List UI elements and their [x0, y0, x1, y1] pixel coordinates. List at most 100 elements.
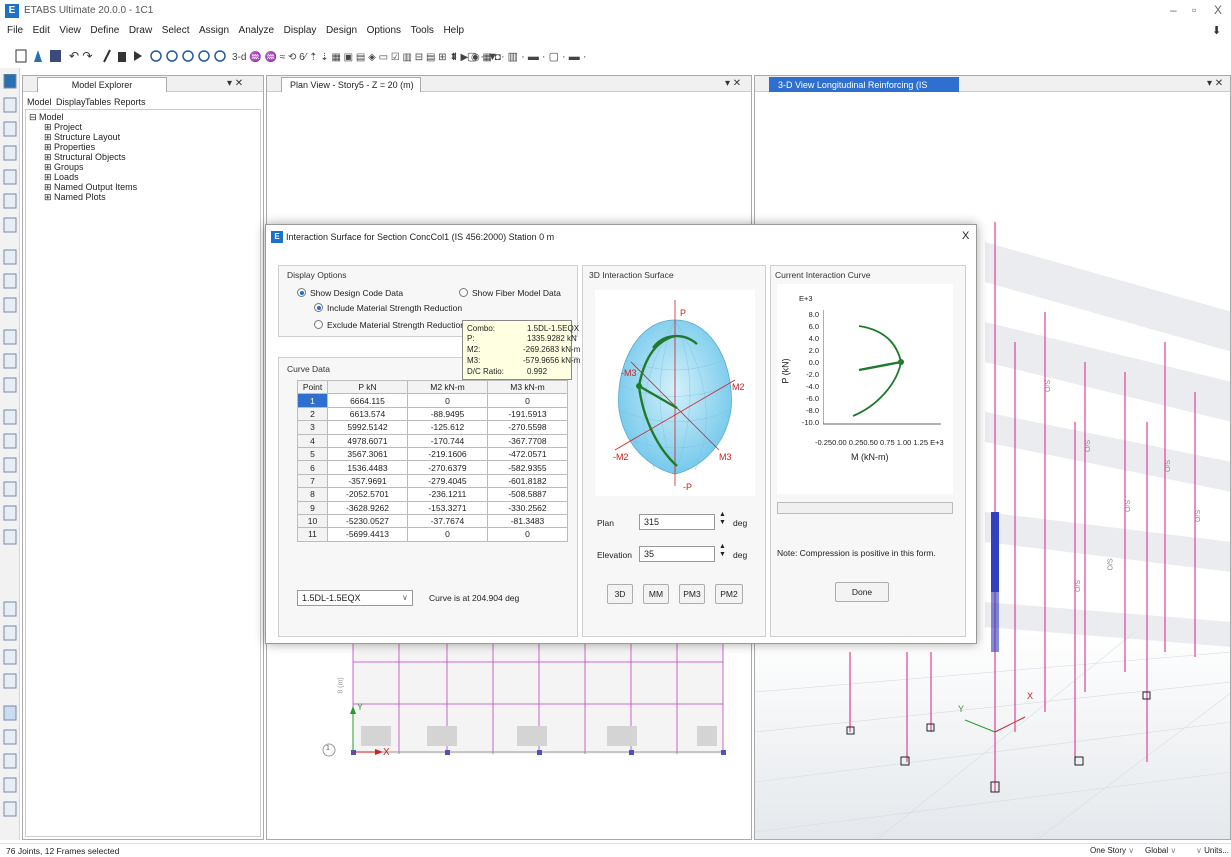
- combo-select-value: 1.5DL-1.5EQX: [302, 593, 361, 603]
- units-button[interactable]: ∨ Units...: [1196, 846, 1229, 855]
- col-header-p: P kN: [327, 379, 408, 395]
- tree-root-model[interactable]: ⊟ Model: [29, 112, 64, 122]
- 3d-view-tab[interactable]: 3-D View Longitudinal Reinforcing (IS 45…: [769, 77, 959, 104]
- table-row[interactable]: 9 -3628.9262 -153.3271 -330.2562: [297, 500, 568, 515]
- table-cell: 6613.574: [327, 406, 408, 422]
- menu-help[interactable]: Help: [443, 22, 464, 40]
- table-row[interactable]: 4 4978.6071 -170.744 -367.7708: [297, 433, 568, 448]
- menu-options[interactable]: Options: [367, 22, 401, 40]
- table-row[interactable]: 3 5992.5142 -125.612 -270.5598: [297, 420, 568, 435]
- plan-view-tab[interactable]: Plan View - Story5 - Z = 20 (m): [281, 77, 421, 92]
- units-label: Units...: [1204, 846, 1229, 855]
- tree-item-groups[interactable]: ⊞ Groups: [44, 162, 84, 172]
- 3d-view-close-icon[interactable]: ▾ ✕: [1207, 78, 1223, 89]
- tree-item-project[interactable]: ⊞ Project: [44, 122, 82, 132]
- menu-bar: File Edit View Define Draw Select Assign…: [0, 22, 1231, 40]
- left-tool-strip: [0, 68, 20, 840]
- table-row[interactable]: 5 3567.3061 -219.1606 -472.0571: [297, 446, 568, 462]
- tab-tables[interactable]: Tables: [85, 97, 111, 107]
- tooltip-label-m2: M2:: [467, 345, 481, 354]
- selection-status: 76 Joints, 12 Frames selected: [6, 846, 120, 856]
- tab-display[interactable]: Display: [56, 97, 86, 107]
- tree-item-properties[interactable]: ⊞ Properties: [44, 142, 95, 152]
- menu-file[interactable]: File: [7, 22, 23, 40]
- draw-tool-icons[interactable]: [3, 74, 17, 834]
- menu-design[interactable]: Design: [326, 22, 357, 40]
- tree-item-loads[interactable]: ⊞ Loads: [44, 172, 79, 182]
- explorer-title-tab[interactable]: Model Explorer: [37, 77, 167, 92]
- menu-define[interactable]: Define: [90, 22, 119, 40]
- download-icon[interactable]: ⬇: [1212, 24, 1221, 37]
- table-cell: 9: [297, 500, 328, 515]
- minimize-button[interactable]: –: [1170, 3, 1177, 17]
- surface-m3-label: M3: [719, 452, 732, 462]
- menu-display[interactable]: Display: [284, 22, 317, 40]
- menu-view[interactable]: View: [59, 22, 81, 40]
- y-tick: 8.0: [808, 310, 819, 319]
- table-row[interactable]: 1 6664.115 0 0: [297, 393, 568, 408]
- plan-axis-x-label: X: [383, 747, 390, 758]
- tree-root-label: Model: [39, 112, 64, 122]
- table-cell: -582.9355: [487, 460, 568, 475]
- tab-reports[interactable]: Reports: [114, 97, 146, 107]
- tree-item-named-output-items[interactable]: ⊞ Named Output Items: [44, 182, 137, 192]
- elevation-spinner[interactable]: ▲ ▼: [719, 543, 726, 559]
- table-row[interactable]: 11 -5699.4413 0 0: [297, 527, 568, 542]
- close-window-button[interactable]: X: [1214, 3, 1222, 17]
- plan-dimension-label: 8 (m): [337, 677, 345, 694]
- table-cell: -601.8182: [487, 473, 568, 489]
- view-3d-button[interactable]: 3D: [607, 584, 633, 604]
- story-select[interactable]: One Story ∨: [1090, 846, 1134, 855]
- done-button[interactable]: Done: [835, 582, 889, 602]
- menu-tools[interactable]: Tools: [411, 22, 434, 40]
- show-fiber-radio[interactable]: [459, 288, 468, 297]
- table-cell: -5230.0527: [327, 513, 408, 529]
- window-title: ETABS Ultimate 20.0.0 - 1C1: [24, 5, 154, 16]
- table-row[interactable]: 2 6613.574 -88.9495 -191.5913: [297, 406, 568, 422]
- svg-text:O/S: O/S: [1195, 510, 1202, 522]
- svg-text:↶ ↷: ↶ ↷: [69, 49, 92, 63]
- menu-analyze[interactable]: Analyze: [239, 22, 275, 40]
- plan-angle-input[interactable]: 315: [639, 514, 715, 530]
- menu-select[interactable]: Select: [162, 22, 190, 40]
- table-cell: -153.3271: [407, 500, 488, 515]
- curve-data-table[interactable]: Point P kN M2 kN-m M3 kN-m 1 6664.115 0 0 2…: [297, 379, 568, 542]
- elevation-angle-input[interactable]: 35: [639, 546, 715, 562]
- combo-select[interactable]: 1.5DL-1.5EQX ∨: [297, 590, 413, 606]
- menu-edit[interactable]: Edit: [33, 22, 50, 40]
- surface-neg-m3-label: -M3: [621, 368, 637, 378]
- tree-item-named-plots[interactable]: ⊞ Named Plots: [44, 192, 106, 202]
- surface-plot[interactable]: [595, 290, 755, 496]
- exclude-reduction-radio[interactable]: [314, 320, 323, 329]
- table-row[interactable]: 6 1536.4483 -270.6379 -582.9355: [297, 460, 568, 475]
- coord-system-select[interactable]: Global ∨: [1145, 846, 1176, 855]
- table-cell: -125.612: [407, 420, 488, 435]
- plan-spinner[interactable]: ▲ ▼: [719, 511, 726, 527]
- show-design-radio[interactable]: [297, 288, 306, 297]
- table-cell: -191.5913: [487, 406, 568, 422]
- explorer-pin-icon[interactable]: ▾ ✕: [227, 78, 243, 89]
- view-mm-button[interactable]: MM: [643, 584, 669, 604]
- toolbar-icons: ↶ ↷ 3-d ♒ ♒ ≈ ⟲ 6⁄ ⇡ ⇣ ▦ ▣ ▤ ◈ ▭ ☑ ▥ ⊟ ▤…: [15, 49, 587, 63]
- plan-view-close-icon[interactable]: ▾ ✕: [725, 78, 741, 89]
- y-tick: -6.0: [806, 394, 819, 403]
- view-pm3-button[interactable]: PM3: [679, 584, 705, 604]
- table-row[interactable]: 10 -5230.0527 -37.7674 -81.3483: [297, 513, 568, 529]
- view-pm2-button[interactable]: PM2: [715, 584, 743, 604]
- menu-assign[interactable]: Assign: [199, 22, 229, 40]
- tooltip-value-m3: -579.9656 kN-m: [523, 356, 581, 365]
- tab-model[interactable]: Model: [27, 97, 52, 107]
- table-cell: 8: [297, 487, 328, 502]
- restore-button[interactable]: ▫: [1192, 3, 1196, 17]
- tree-item-structural-objects[interactable]: ⊞ Structural Objects: [44, 152, 126, 162]
- dialog-close-button[interactable]: X: [962, 230, 969, 242]
- show-design-label: Show Design Code Data: [310, 288, 404, 298]
- svg-text:O/S: O/S: [1085, 440, 1092, 452]
- table-cell: 5992.5142: [327, 420, 408, 435]
- etabs-logo-icon: E: [5, 4, 19, 18]
- tree-item-structure-layout[interactable]: ⊞ Structure Layout: [44, 132, 120, 142]
- table-row[interactable]: 8 -2052.5701 -236.1211 -508.5887: [297, 487, 568, 502]
- menu-draw[interactable]: Draw: [129, 22, 152, 40]
- table-row[interactable]: 7 -357.9691 -279.4045 -601.8182: [297, 473, 568, 489]
- include-reduction-radio[interactable]: [314, 303, 323, 312]
